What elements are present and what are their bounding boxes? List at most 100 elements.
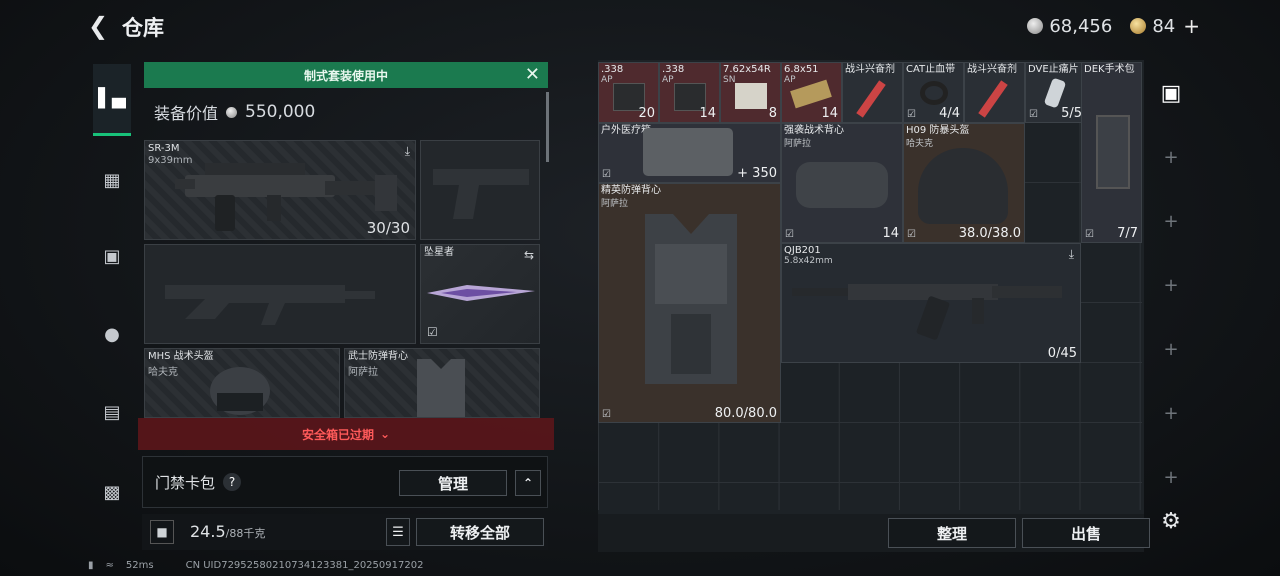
item-count: 14 bbox=[699, 106, 716, 121]
nav-weapons[interactable]: ▌▄ bbox=[93, 64, 131, 136]
stash-item[interactable]: DEK手术包 ☑ 7/7 bbox=[1081, 62, 1142, 243]
ping: 52ms bbox=[125, 560, 154, 571]
carry-weight: 24.5/88千克 bbox=[190, 522, 265, 541]
stash-item[interactable]: 精英防弹背心 阿萨拉 ☑ 80.0/80.0 bbox=[598, 183, 781, 423]
item-count: 38.0/38.0 bbox=[958, 226, 1021, 241]
slot-item-brand: 哈夫克 bbox=[148, 367, 178, 378]
transfer-all-button[interactable]: 转移全部 bbox=[416, 518, 544, 546]
equip-value-amount: 550,000 bbox=[245, 102, 316, 122]
nav-medkit[interactable]: ▤ bbox=[92, 392, 132, 432]
gold-icon bbox=[1130, 18, 1147, 34]
chevron-up-icon[interactable]: ⌃ bbox=[515, 470, 541, 496]
add-stash-tab[interactable]: + bbox=[1160, 338, 1182, 360]
stash-item[interactable]: 强袭战术背心 阿萨拉 ☑ 14 bbox=[781, 123, 903, 243]
medkit-icon: ▤ bbox=[103, 401, 121, 423]
nav-briefcase[interactable]: ▩ bbox=[92, 472, 132, 512]
item-name: QJB201 bbox=[784, 245, 821, 256]
riot-helmet-image bbox=[918, 148, 1008, 224]
add-stash-tab[interactable]: + bbox=[1160, 402, 1182, 424]
secondary-weapon-slot[interactable] bbox=[144, 244, 416, 344]
safe-box-icon[interactable]: ▣ bbox=[1160, 81, 1182, 106]
download-icon[interactable]: ⤓ bbox=[1069, 247, 1074, 262]
primary-weapon-slot[interactable]: SR-3M 9x39mm ⤓ 30/30 bbox=[144, 140, 416, 240]
stash-item[interactable]: DVE止痛片 ☑ 5/5 bbox=[1025, 62, 1086, 123]
weight-value: 24.5 bbox=[190, 522, 226, 541]
coin-icon bbox=[226, 106, 238, 118]
melee-slot[interactable]: 坠星者 ⇆ ☑ bbox=[420, 244, 540, 344]
item-name: 强袭战术背心 bbox=[784, 125, 844, 136]
safe-box-expired-bar[interactable]: 安全箱已过期 ⌄ bbox=[138, 418, 554, 450]
slot-item-name: 武士防弹背心 bbox=[348, 351, 408, 362]
swap-icon[interactable]: ⇆ bbox=[524, 248, 534, 262]
stash-item[interactable]: 战斗兴奋剂 bbox=[842, 62, 903, 123]
item-sub: SN bbox=[723, 75, 736, 85]
slot-item-name: MHS 战术头盔 bbox=[148, 351, 214, 362]
stash-item[interactable]: 6.8x51 AP 14 bbox=[781, 62, 842, 123]
item-count: 5/5 bbox=[1061, 106, 1082, 121]
lock-icon: ☑ bbox=[1029, 109, 1038, 120]
item-name: .338 bbox=[601, 64, 624, 75]
item-sub: 阿萨拉 bbox=[601, 199, 629, 209]
sell-button[interactable]: 出售 bbox=[1022, 518, 1150, 548]
stash-item[interactable]: .338 AP 20 bbox=[598, 62, 659, 123]
item-sub: AP bbox=[784, 75, 796, 85]
syringe-image bbox=[978, 80, 1008, 118]
lock-icon: ☑ bbox=[1085, 229, 1094, 240]
manage-button[interactable]: 管理 bbox=[399, 470, 507, 496]
bag-icon: ● bbox=[104, 323, 120, 345]
add-stash-tab[interactable]: + bbox=[1160, 466, 1182, 488]
stash-item[interactable]: 战斗兴奋剂 bbox=[964, 62, 1025, 123]
helmet-slot[interactable]: MHS 战术头盔 哈夫克 bbox=[144, 348, 340, 418]
download-icon[interactable]: ⤓ bbox=[405, 144, 410, 159]
item-name: 精英防弹背心 bbox=[601, 185, 661, 196]
ammo-box-image bbox=[790, 79, 832, 109]
add-stash-tab[interactable]: + bbox=[1160, 210, 1182, 232]
sell-button-label: 出售 bbox=[1070, 524, 1101, 543]
add-stash-tab[interactable]: + bbox=[1160, 146, 1182, 168]
item-name: H09 防暴头盔 bbox=[906, 125, 970, 136]
lock-icon[interactable]: ■ bbox=[150, 520, 174, 544]
list-icon[interactable]: ☰ bbox=[386, 518, 410, 546]
pistol-slot[interactable] bbox=[420, 140, 540, 240]
help-icon[interactable]: ? bbox=[223, 473, 242, 491]
nav-bag[interactable]: ● bbox=[92, 314, 132, 354]
ammo-box-image bbox=[735, 83, 767, 109]
preset-banner: 制式套装使用中 ✕ bbox=[144, 62, 548, 88]
stash-actions: 整理 出售 bbox=[598, 514, 1150, 552]
plus-icon: + bbox=[1163, 466, 1179, 488]
left-nav: ▌▄ ▦ ▣ ● ▤ ▩ bbox=[88, 60, 136, 540]
coin-balance: 68,456 bbox=[1049, 15, 1113, 37]
back-arrow-icon[interactable]: ❮ bbox=[88, 12, 108, 40]
add-currency-button[interactable]: + bbox=[1183, 14, 1200, 38]
helmet-image bbox=[210, 367, 270, 415]
item-sub: 阿萨拉 bbox=[784, 139, 812, 149]
syringe-image bbox=[856, 80, 886, 118]
gear-icon[interactable]: ⚙ bbox=[1160, 509, 1182, 534]
gold-balance: 84 bbox=[1152, 15, 1176, 37]
stash-item[interactable]: 7.62x54R SN 8 bbox=[720, 62, 781, 123]
stash-item[interactable]: CAT止血带 ☑ 4/4 bbox=[903, 62, 964, 123]
stash-item[interactable]: H09 防暴头盔 哈夫克 ☑ 38.0/38.0 bbox=[903, 123, 1025, 243]
nav-vest[interactable]: ▦ bbox=[92, 160, 132, 200]
tourniquet-image bbox=[920, 81, 948, 105]
add-stash-tab[interactable]: + bbox=[1160, 274, 1182, 296]
status-bar: ▮ ≈ 52ms CN UID72952580210734123381_2025… bbox=[88, 560, 423, 571]
stash-item[interactable]: .338 AP 14 bbox=[659, 62, 720, 123]
transfer-all-label: 转移全部 bbox=[449, 523, 510, 542]
weight-max: /88千克 bbox=[225, 527, 266, 540]
vest-icon: ▦ bbox=[103, 169, 121, 191]
stash-tabs: ▣ + + + + + + ⚙ bbox=[1150, 60, 1192, 552]
chevron-down-icon: ⌄ bbox=[379, 427, 391, 441]
close-icon[interactable]: ✕ bbox=[525, 64, 540, 85]
item-sub: AP bbox=[662, 75, 674, 85]
tidy-button[interactable]: 整理 bbox=[888, 518, 1016, 548]
stash-item[interactable]: QJB201 5.8x42mm ⤓ 0/45 bbox=[781, 243, 1081, 363]
medical-case-image bbox=[643, 128, 733, 176]
ammo-count: 30/30 bbox=[366, 219, 410, 237]
armor-slot[interactable]: 武士防弹背心 阿萨拉 bbox=[344, 348, 540, 418]
scrollbar[interactable] bbox=[546, 92, 549, 162]
nav-backpack[interactable]: ▣ bbox=[92, 236, 132, 276]
card-pack-label: 门禁卡包 bbox=[155, 473, 216, 492]
stash-item[interactable]: 户外医疗箱 ☑ + 350 bbox=[598, 123, 781, 183]
battery-icon: ▮ bbox=[88, 560, 94, 571]
